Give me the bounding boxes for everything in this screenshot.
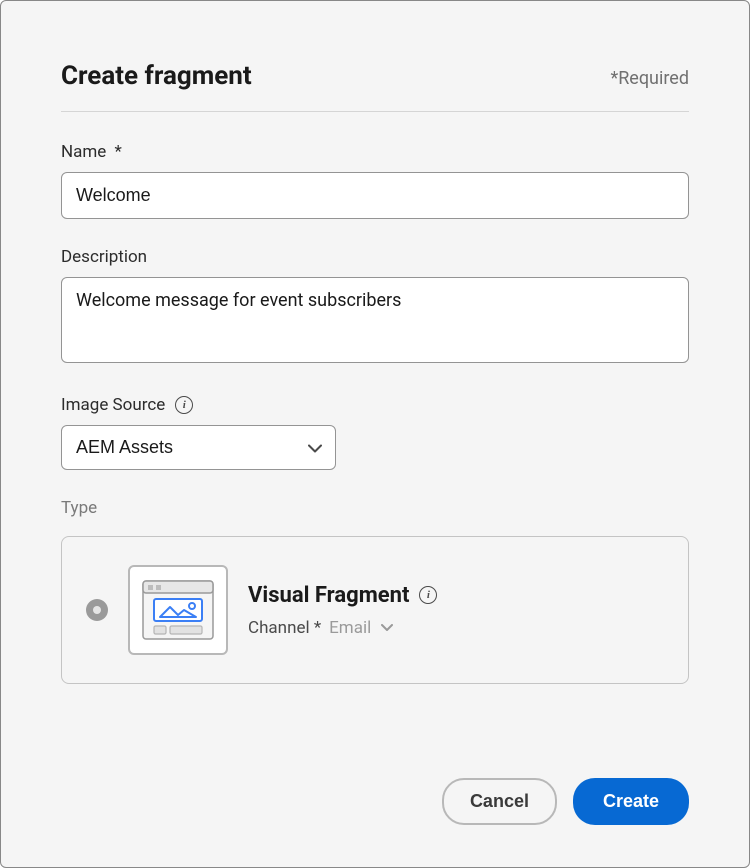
type-option-visual-fragment[interactable]: Visual Fragment i Channel * Email — [61, 536, 689, 684]
name-label: Name * — [61, 142, 689, 162]
channel-dropdown[interactable]: Email — [329, 618, 393, 638]
chevron-down-icon — [381, 624, 393, 632]
type-option-title: Visual Fragment — [248, 583, 409, 608]
name-field-group: Name * — [61, 142, 689, 219]
image-source-label: Image Source — [61, 395, 165, 415]
type-field-group: Type Visual — [61, 498, 689, 684]
dialog-footer: Cancel Create — [442, 778, 689, 825]
info-icon[interactable]: i — [419, 586, 437, 604]
dialog-title: Create fragment — [61, 61, 252, 91]
image-source-select[interactable]: AEM Assets — [61, 425, 336, 470]
image-source-field-group: Image Source i AEM Assets — [61, 395, 689, 470]
description-field-group: Description — [61, 247, 689, 367]
visual-fragment-icon — [128, 565, 228, 655]
name-required-asterisk: * — [115, 142, 122, 162]
type-radio[interactable] — [86, 599, 108, 621]
required-hint: *Required — [610, 68, 689, 89]
name-input[interactable] — [61, 172, 689, 219]
dialog-header: Create fragment *Required — [61, 61, 689, 112]
description-label: Description — [61, 247, 689, 267]
type-label: Type — [61, 498, 689, 518]
channel-value-text: Email — [329, 618, 371, 638]
cancel-button[interactable]: Cancel — [442, 778, 557, 825]
channel-label: Channel * — [248, 618, 321, 638]
image-source-select-button[interactable]: AEM Assets — [61, 425, 336, 470]
create-button[interactable]: Create — [573, 778, 689, 825]
channel-selector: Channel * Email — [248, 618, 664, 638]
create-fragment-dialog: Create fragment *Required Name * Descrip… — [0, 0, 750, 868]
info-icon[interactable]: i — [175, 396, 193, 414]
type-details: Visual Fragment i Channel * Email — [248, 583, 664, 638]
description-input[interactable] — [61, 277, 689, 363]
name-label-text: Name — [61, 142, 106, 162]
